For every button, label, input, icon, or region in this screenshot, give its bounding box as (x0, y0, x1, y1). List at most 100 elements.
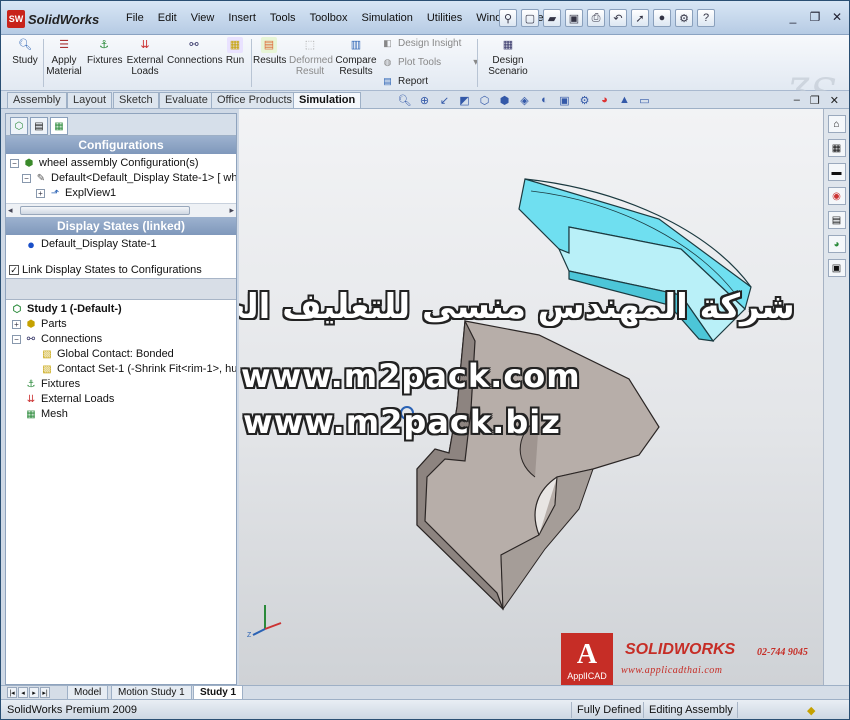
tab-evaluate[interactable]: Evaluate (159, 92, 214, 108)
contact-set-node[interactable]: ▧ Contact Set-1 (-Shrink Fit<rim-1>, hub… (10, 362, 236, 377)
status-help-icon[interactable]: ◆ (807, 704, 815, 717)
tab-study-1[interactable]: Study 1 (193, 686, 244, 700)
tab-assembly[interactable]: Assembly (7, 92, 67, 108)
last-tab-icon[interactable]: ▸| (40, 687, 50, 698)
menu-view[interactable]: View (184, 12, 222, 24)
tab-layout[interactable]: Layout (67, 92, 113, 108)
fixtures-node[interactable]: ⚓︎ Fixtures (10, 377, 236, 392)
graphics-area[interactable]: شركة المهندس منسى للتغليف الحديث www.m2p… (239, 109, 823, 685)
file-explorer-folder-icon[interactable]: ▬ (827, 163, 846, 181)
design-insight-button[interactable]: ◧ Design Insight (381, 37, 461, 50)
scrollbar-thumb[interactable] (20, 206, 190, 215)
fixtures-button[interactable]: ⚓︎ Fixtures (87, 37, 123, 66)
assembly-model[interactable] (239, 109, 823, 685)
results-button[interactable]: ▤ Results (253, 37, 286, 66)
design-scenario-button[interactable]: ▦ Design Scenario (483, 37, 533, 77)
select-arrow-icon[interactable]: ➚ (631, 9, 649, 27)
menu-simulation[interactable]: Simulation (354, 12, 419, 24)
explview-node[interactable]: + ⬏ ExplView1 (10, 186, 236, 201)
apply-material-button[interactable]: ☰ Apply Material (45, 37, 83, 77)
rebuild-traffic-light-icon[interactable]: ● (653, 9, 671, 27)
restore-icon[interactable]: ❐ (807, 9, 823, 25)
compare-results-button[interactable]: ▥ Compare Results (335, 37, 377, 77)
display-state-item[interactable]: ● Default_Display State-1 (10, 237, 236, 252)
tab-simulation[interactable]: Simulation (293, 92, 362, 108)
app-logo[interactable]: SW SolidWorks (7, 9, 99, 29)
expand-toggle[interactable]: + (12, 320, 21, 329)
deformed-result-button[interactable]: ⬚ Deformed Result (289, 37, 333, 77)
connections-button[interactable]: ⚯ Connections (167, 37, 223, 66)
run-button[interactable]: ▦ Run (223, 37, 247, 66)
pin-icon[interactable]: ⚲ (499, 9, 517, 27)
edit-appearance-icon[interactable]: ◐ (537, 93, 552, 107)
tab-office-products[interactable]: Office Products (211, 92, 298, 108)
design-library-icon[interactable]: ▦ (827, 139, 846, 157)
custom-properties-icon[interactable]: ▣ (827, 259, 846, 277)
new-document-icon[interactable]: ▢ (521, 9, 539, 27)
scroll-left-icon[interactable]: ◂ (8, 205, 13, 216)
doc-minimize-icon[interactable]: – (794, 94, 800, 107)
tab-model[interactable]: Model (67, 686, 109, 700)
zoom-to-fit-icon[interactable]: 🔍︎ (397, 93, 412, 107)
resources-home-icon[interactable]: ⌂ (827, 115, 846, 133)
study-button[interactable]: 🔍︎ Study (11, 37, 39, 66)
undo-icon[interactable]: ↶ (609, 9, 627, 27)
view-settings-icon[interactable]: ⚙ (577, 93, 592, 107)
checkbox-checked-icon[interactable]: ✓ (9, 265, 19, 275)
hide-show-icon[interactable]: ◈ (517, 93, 532, 107)
help-question-icon[interactable]: ? (697, 9, 715, 27)
print-icon[interactable]: ⎙ (587, 9, 605, 27)
next-tab-icon[interactable]: ▸ (29, 687, 39, 698)
appearances-icon[interactable]: ◕ (827, 235, 846, 253)
link-display-states-checkbox[interactable]: ✓ Link Display States to Configurations (6, 262, 236, 278)
close-icon[interactable]: ✕ (829, 9, 845, 25)
scene-icon[interactable]: ▲ (617, 93, 632, 107)
zoom-area-icon[interactable]: ⊕ (417, 93, 432, 107)
prev-tab-icon[interactable]: ◂ (18, 687, 28, 698)
tab-sketch[interactable]: Sketch (113, 92, 159, 108)
previous-view-icon[interactable]: ↙ (437, 93, 452, 107)
minimize-icon[interactable]: _ (785, 9, 801, 25)
search-red-icon[interactable]: ◉ (827, 187, 846, 205)
collapse-toggle[interactable]: − (22, 174, 31, 183)
panel-splitter[interactable] (6, 278, 236, 300)
display-pane-icon[interactable]: ▭ (637, 93, 652, 107)
connections-node[interactable]: − ⚯ Connections (10, 332, 236, 347)
external-loads-button[interactable]: ⇊ External Loads (125, 37, 165, 77)
parts-node[interactable]: + ⬢ Parts (10, 317, 236, 332)
study-root-node[interactable]: ⬡ Study 1 (-Default-) (10, 302, 236, 317)
menu-file[interactable]: File (119, 12, 151, 24)
mesh-node[interactable]: ▦ Mesh (10, 407, 236, 422)
open-folder-icon[interactable]: ▰ (543, 9, 561, 27)
menu-insert[interactable]: Insert (221, 12, 263, 24)
config-root-node[interactable]: − ⬢ wheel assembly Configuration(s) (10, 156, 236, 171)
plot-tools-button[interactable]: ◍ Plot Tools ▾ (381, 56, 479, 69)
scroll-right-icon[interactable]: ▸ (229, 205, 234, 216)
collapse-toggle[interactable]: − (10, 159, 19, 168)
menu-utilities[interactable]: Utilities (420, 12, 469, 24)
collapse-toggle[interactable]: − (12, 335, 21, 344)
config-default-node[interactable]: − ✎ Default<Default_Display State-1> [ w… (10, 171, 236, 186)
tab-motion-study[interactable]: Motion Study 1 (111, 686, 192, 700)
feature-manager-tab-icon[interactable]: ⬡ (10, 117, 28, 135)
menu-toolbox[interactable]: Toolbox (303, 12, 355, 24)
section-view-icon[interactable]: ◩ (457, 93, 472, 107)
apply-scene-icon[interactable]: ▣ (557, 93, 572, 107)
expand-toggle[interactable]: + (36, 189, 45, 198)
report-button[interactable]: ▤ Report (381, 75, 428, 88)
save-icon[interactable]: ▣ (565, 9, 583, 27)
property-manager-tab-icon[interactable]: ▤ (30, 117, 48, 135)
first-tab-icon[interactable]: |◂ (7, 687, 17, 698)
color-wheel-icon[interactable]: ◕ (597, 93, 612, 107)
menu-edit[interactable]: Edit (151, 12, 184, 24)
configuration-manager-tab-icon[interactable]: ▦ (50, 117, 68, 135)
external-loads-node[interactable]: ⇊ External Loads (10, 392, 236, 407)
display-style-icon[interactable]: ⬢ (497, 93, 512, 107)
menu-tools[interactable]: Tools (263, 12, 303, 24)
global-contact-node[interactable]: ▧ Global Contact: Bonded (10, 347, 236, 362)
horizontal-scrollbar[interactable]: ◂ ▸ (6, 203, 236, 217)
view-palette-icon[interactable]: ▤ (827, 211, 846, 229)
doc-restore-icon[interactable]: ❐ (810, 94, 820, 107)
view-orientation-icon[interactable]: ⬡ (477, 93, 492, 107)
options-gear-icon[interactable]: ⚙ (675, 9, 693, 27)
